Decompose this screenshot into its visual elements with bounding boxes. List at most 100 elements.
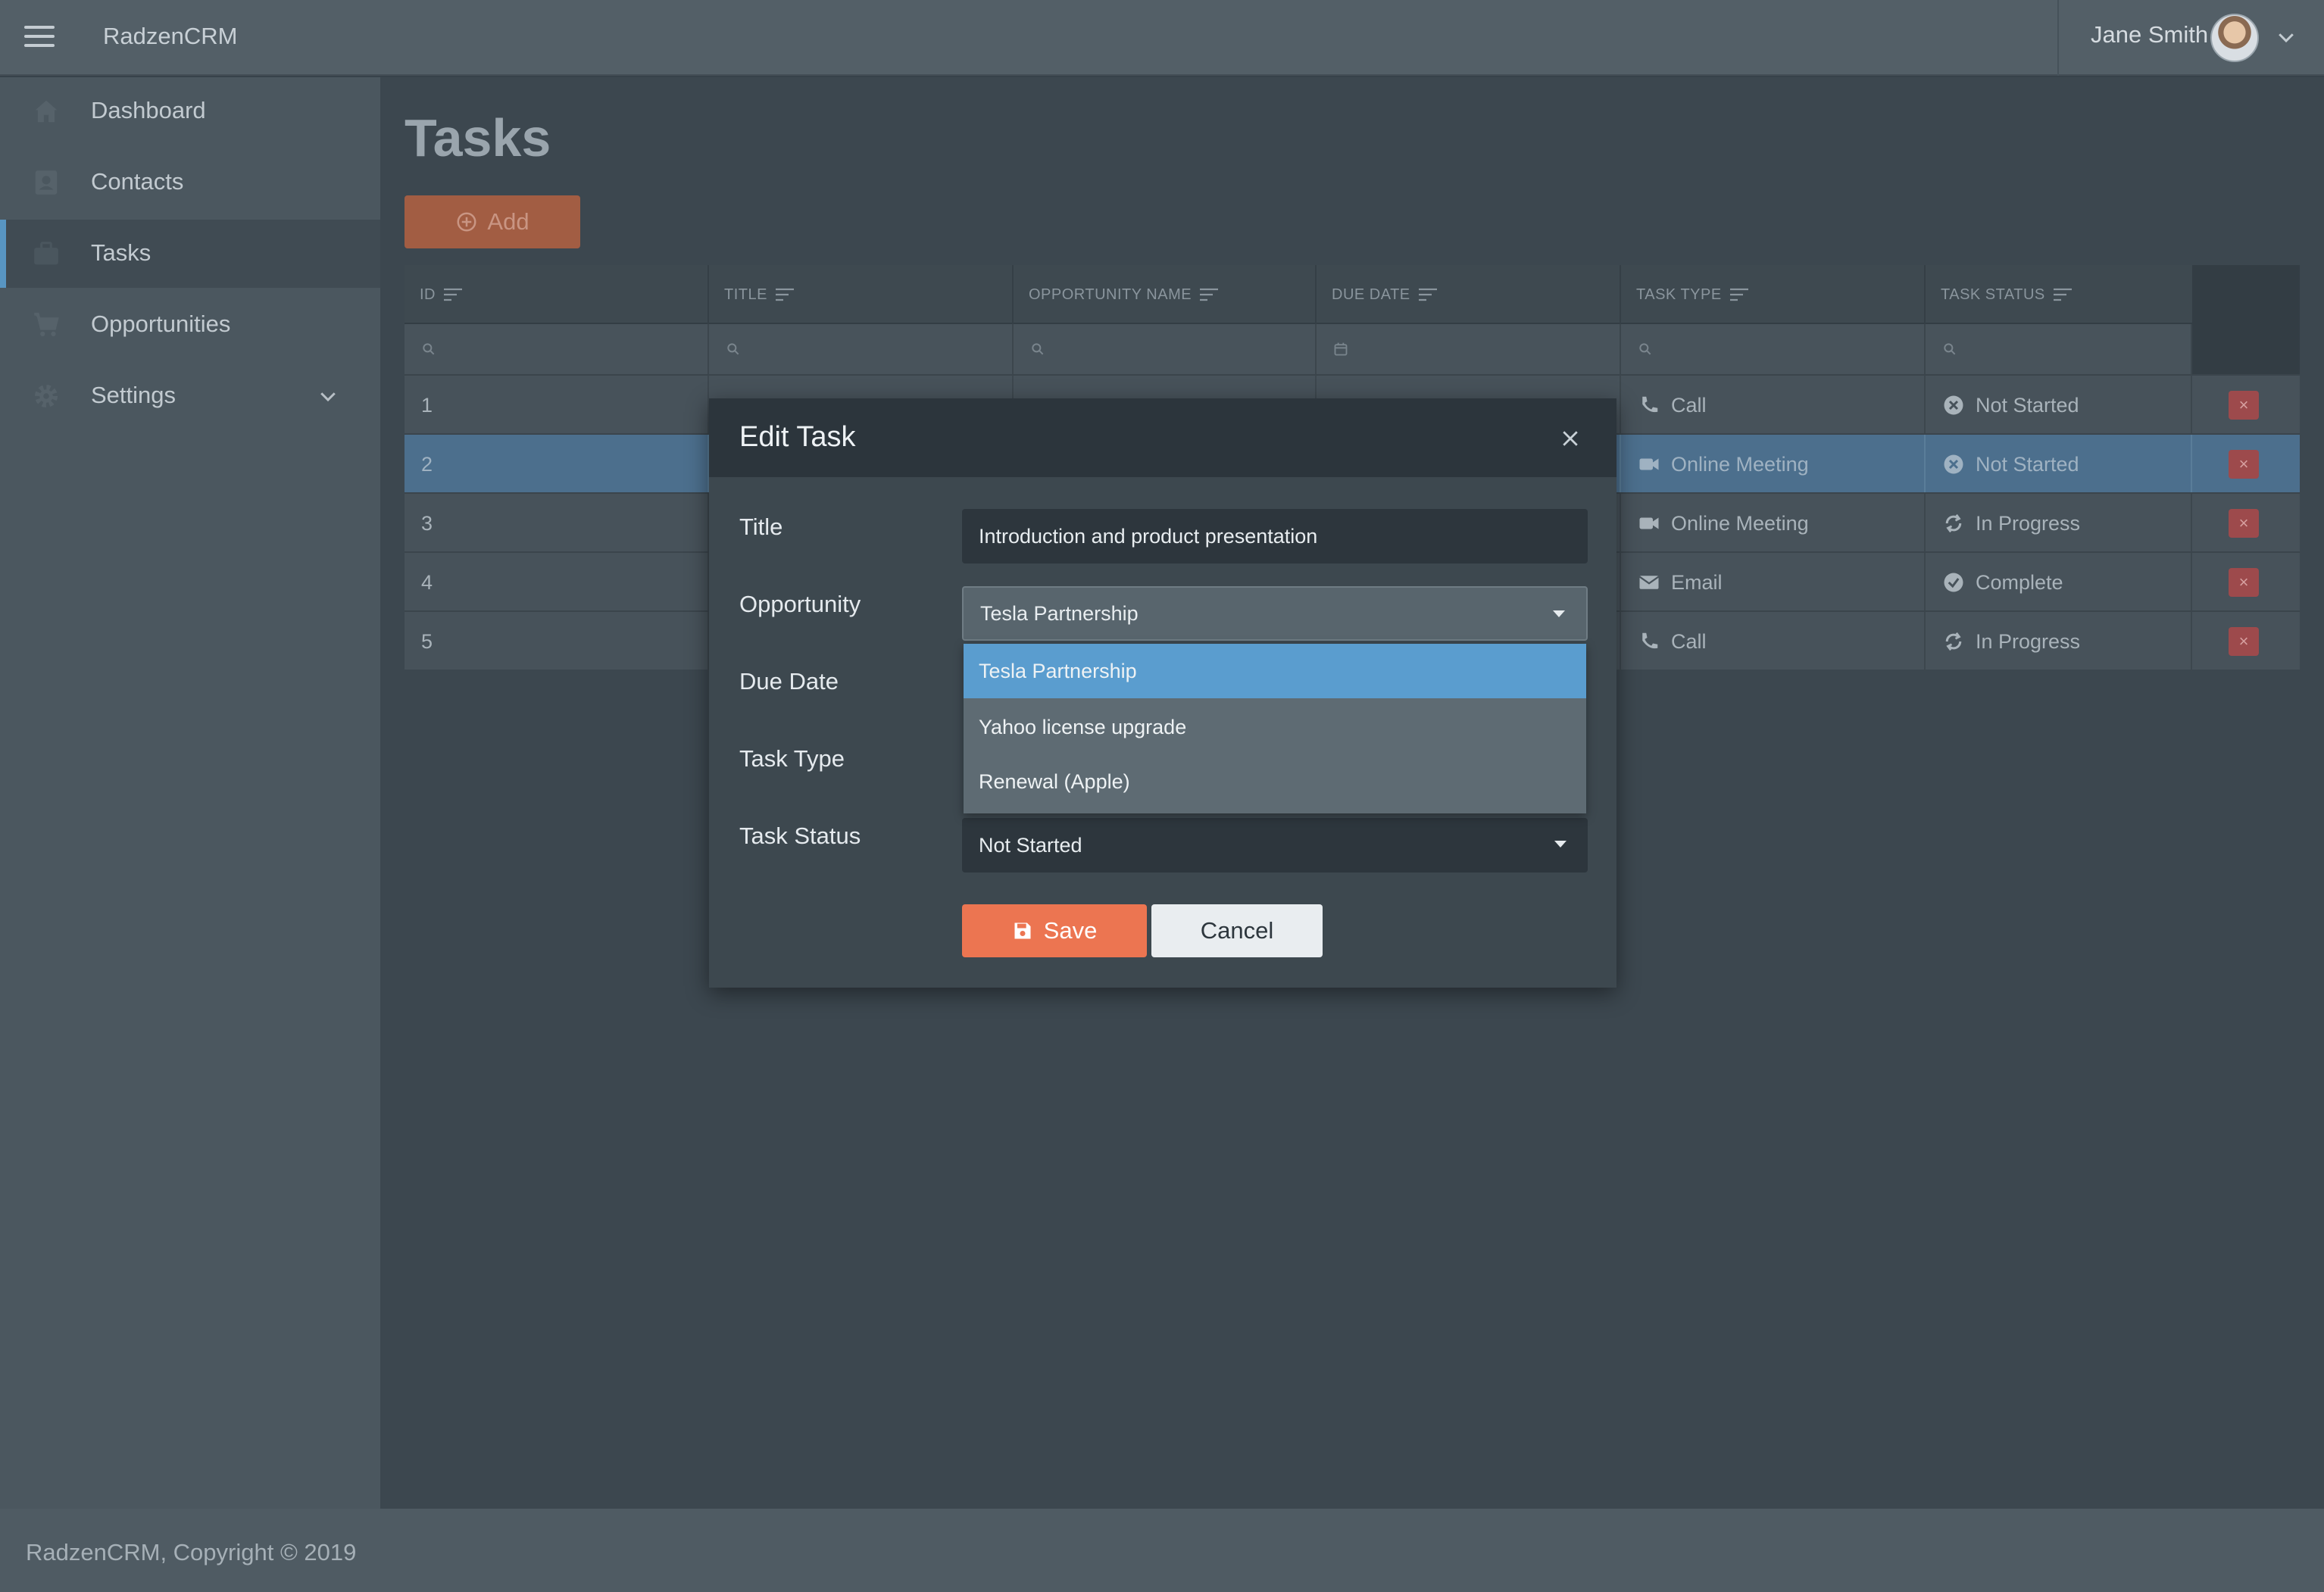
sidebar-item-label: Opportunities — [91, 311, 231, 337]
task-type-label: Email — [1671, 570, 1723, 594]
sort-icon[interactable] — [2053, 287, 2073, 302]
cell-task-type: Call — [1621, 376, 1926, 435]
dropdown-option[interactable]: Renewal (Apple) — [964, 754, 1586, 809]
sidebar-item-label: Settings — [91, 382, 176, 408]
sort-icon[interactable] — [443, 287, 463, 302]
task-type-label: Call — [1671, 629, 1707, 653]
sidebar-item-tasks[interactable]: Tasks — [0, 220, 380, 288]
column-header-label: OPPORTUNITY NAME — [1029, 286, 1192, 303]
floppy-disk-icon — [1014, 922, 1031, 939]
top-bar: RadzenCRM Jane Smith — [0, 0, 2324, 76]
task-type-label: Online Meeting — [1671, 511, 1809, 535]
video-camera-icon — [1639, 458, 1659, 470]
cell-id: 5 — [405, 612, 709, 671]
task-status-label: In Progress — [1976, 629, 2081, 653]
sort-icon[interactable] — [1199, 287, 1219, 302]
grid-filter-row — [405, 324, 2300, 374]
task-status-dropdown[interactable]: Not Started — [962, 818, 1588, 872]
x-circle-icon — [1944, 395, 1963, 415]
close-icon[interactable] — [1559, 427, 1582, 450]
save-button[interactable]: Save — [962, 904, 1147, 957]
dropdown-option[interactable]: Yahoo license upgrade — [964, 700, 1586, 754]
phone-icon — [1642, 632, 1658, 649]
cell-id: 4 — [405, 553, 709, 612]
avatar — [2210, 14, 2259, 62]
home-icon — [35, 100, 58, 123]
cell-task-status: Not Started — [1926, 435, 2192, 494]
due-date-label: Due Date — [739, 668, 839, 695]
search-icon — [423, 343, 435, 355]
footer: RadzenCRM, Copyright © 2019 — [0, 1509, 2324, 1592]
task-status-label: Complete — [1976, 570, 2063, 594]
task-status-label: Not Started — [1976, 452, 2079, 476]
sidebar-item-label: Dashboard — [91, 97, 206, 123]
task-status-label: In Progress — [1976, 511, 2081, 535]
plus-circle-icon — [457, 212, 476, 232]
cell-id: 2 — [405, 435, 709, 494]
task-type-label: Online Meeting — [1671, 452, 1809, 476]
sort-icon[interactable] — [1418, 287, 1438, 302]
sidebar-item-contacts[interactable]: Contacts — [0, 148, 380, 217]
video-camera-icon — [1639, 517, 1659, 529]
column-header-label: TASK STATUS — [1941, 286, 2045, 303]
app-brand[interactable]: RadzenCRM — [103, 23, 237, 50]
sidebar-item-opportunities[interactable]: Opportunities — [0, 291, 380, 359]
save-button-label: Save — [1043, 917, 1098, 944]
opportunity-options-list: Tesla Partnership Yahoo license upgrade … — [964, 644, 1586, 813]
cell-task-status: Not Started — [1926, 376, 2192, 435]
sidebar-item-dashboard[interactable]: Dashboard — [0, 77, 380, 145]
cancel-button[interactable]: Cancel — [1151, 904, 1323, 957]
dialog-header: Edit Task — [709, 398, 1616, 477]
delete-button[interactable]: × — [2229, 450, 2259, 479]
delete-button[interactable]: × — [2229, 391, 2259, 420]
dropdown-option[interactable]: Tesla Partnership — [964, 644, 1586, 698]
task-status-label: Not Started — [1976, 393, 2079, 417]
column-header-task-status[interactable]: TASK STATUS — [1926, 265, 2230, 324]
column-header-opportunity-name[interactable]: OPPORTUNITY NAME — [1014, 265, 1317, 324]
search-icon — [1032, 343, 1044, 355]
cell-task-type: Online Meeting — [1621, 435, 1926, 494]
task-status-filter[interactable] — [1926, 324, 2192, 374]
cell-task-status: In Progress — [1926, 612, 2192, 671]
chevron-down-icon — [2279, 33, 2294, 43]
cell-actions: × — [2192, 553, 2300, 612]
add-button-label: Add — [487, 208, 529, 235]
cell-actions: × — [2192, 494, 2300, 553]
id-filter[interactable] — [405, 324, 709, 374]
column-header-task-type[interactable]: TASK TYPE — [1621, 265, 1926, 324]
delete-button[interactable]: × — [2229, 568, 2259, 597]
check-circle-icon — [1944, 573, 1963, 592]
opportunity-name-filter[interactable] — [1014, 324, 1317, 374]
sort-icon[interactable] — [1729, 287, 1749, 302]
user-menu[interactable]: Jane Smith — [2057, 0, 2324, 76]
column-header-label: TASK TYPE — [1636, 286, 1722, 303]
edit-task-dialog: Edit Task Title Introduction and product… — [709, 398, 1616, 988]
cell-task-status: Complete — [1926, 553, 2192, 612]
sidebar: Dashboard Contacts Tasks Opportunities S… — [0, 77, 380, 1509]
cell-task-type: Call — [1621, 612, 1926, 671]
sort-icon[interactable] — [775, 287, 795, 302]
delete-button[interactable]: × — [2229, 627, 2259, 656]
footer-copyright: RadzenCRM, Copyright © 2019 — [26, 1539, 357, 1565]
gear-icon — [34, 384, 58, 408]
hamburger-menu-icon[interactable] — [24, 26, 55, 48]
contact-card-icon — [35, 170, 58, 195]
cell-actions: × — [2192, 612, 2300, 671]
calendar-icon — [1334, 342, 1348, 356]
column-header-due-date[interactable]: DUE DATE — [1317, 265, 1621, 324]
add-button[interactable]: Add — [405, 195, 580, 248]
due-date-filter[interactable] — [1317, 324, 1621, 374]
task-type-label: Task Type — [739, 745, 845, 772]
delete-button[interactable]: × — [2229, 509, 2259, 538]
sidebar-item-label: Tasks — [91, 239, 151, 266]
task-type-filter[interactable] — [1621, 324, 1926, 374]
column-header-id[interactable]: ID — [405, 265, 709, 324]
opportunity-dropdown[interactable]: Tesla Partnership — [962, 586, 1588, 641]
search-icon — [1944, 343, 1956, 355]
column-header-title[interactable]: TITLE — [709, 265, 1014, 324]
title-field[interactable]: Introduction and product presentation — [962, 509, 1588, 563]
cell-id: 3 — [405, 494, 709, 553]
opportunity-label: Opportunity — [739, 591, 861, 617]
sidebar-item-settings[interactable]: Settings — [0, 362, 380, 430]
title-filter[interactable] — [709, 324, 1014, 374]
